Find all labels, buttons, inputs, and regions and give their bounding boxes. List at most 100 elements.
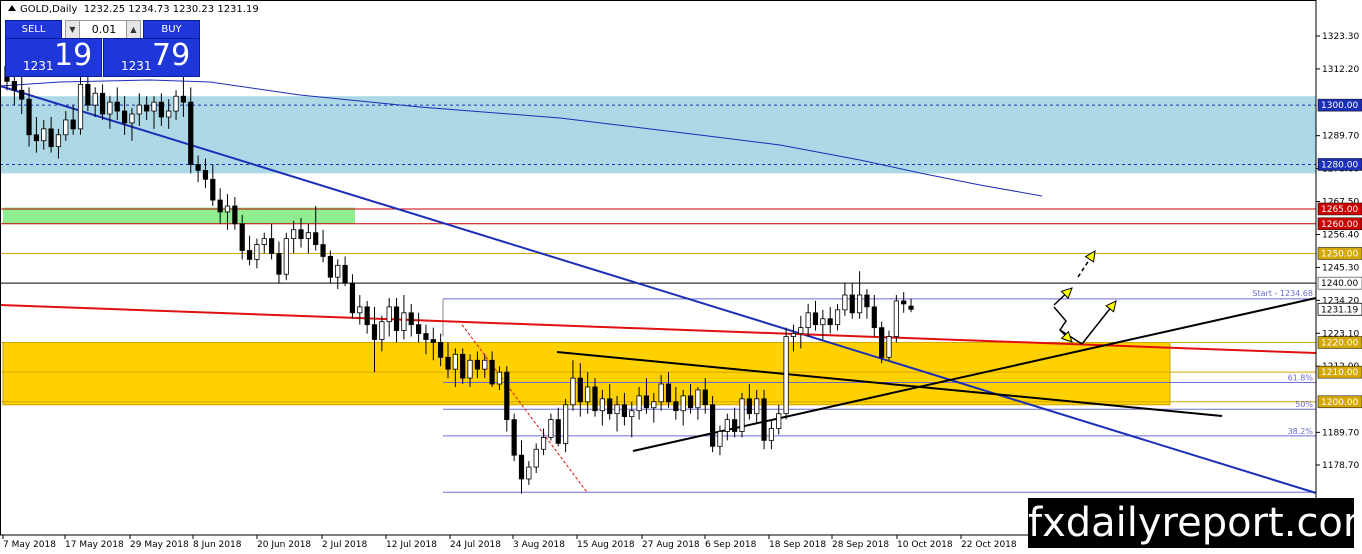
x-tick-label: 24 Jul 2018	[450, 540, 501, 550]
candle-body	[607, 398, 613, 415]
candle-body	[732, 419, 738, 432]
candle-body	[665, 383, 672, 403]
candle-body	[783, 336, 789, 415]
candle-body	[364, 306, 370, 326]
candle-body	[879, 327, 885, 358]
candle-body	[33, 134, 40, 142]
x-tick-label: 15 Aug 2018	[577, 540, 635, 550]
candle-body	[430, 339, 436, 343]
x-tick-label: 20 Jun 2018	[257, 540, 311, 550]
candle-body	[886, 336, 892, 358]
candle	[827, 306, 833, 334]
candle	[518, 440, 525, 494]
y-tick-label: 1289.70	[1322, 132, 1359, 142]
candle-body	[776, 413, 782, 429]
level-tag-text-1260.00: 1260.00	[1321, 220, 1358, 230]
candle-body	[357, 306, 363, 314]
x-tick-label: 6 Sep 2018	[705, 540, 757, 550]
candle-body	[320, 244, 326, 257]
candle-body	[482, 359, 488, 370]
candle-body	[19, 89, 25, 100]
candle	[511, 413, 517, 462]
candle-body	[739, 398, 745, 432]
candle-body	[901, 300, 907, 305]
candle-body	[298, 229, 304, 240]
candle	[629, 401, 635, 438]
candle	[526, 461, 532, 485]
annotation-arrow-dashed	[1077, 250, 1096, 278]
watermark: fxdailyreport.com	[1028, 498, 1362, 548]
candle-body	[864, 294, 870, 308]
candle-body	[658, 383, 664, 403]
candle	[871, 295, 877, 337]
candle-body	[857, 294, 863, 314]
candle-body	[276, 253, 282, 275]
fib-label-38.2%: 38.2%	[1288, 427, 1314, 436]
sell-price-button[interactable]: 1231 19	[5, 38, 102, 77]
candle-body	[746, 398, 752, 415]
candle	[364, 300, 370, 334]
candle-body	[467, 359, 473, 379]
resistance-zone	[0, 96, 1316, 174]
candle-body	[173, 95, 179, 112]
lot-increase-icon[interactable]: ▲	[126, 21, 140, 38]
candle-body	[570, 377, 576, 406]
y-tick-label: 1189.70	[1322, 428, 1359, 438]
candle	[548, 413, 554, 441]
candle-body	[202, 169, 209, 180]
annotation-arrow-up	[1081, 300, 1117, 345]
x-tick-label: 18 Sep 2018	[769, 540, 826, 550]
candle-body	[386, 306, 392, 323]
fib-label-50%: 50%	[1295, 400, 1313, 409]
lot-decrease-icon[interactable]: ▼	[66, 21, 80, 38]
candle-body	[651, 401, 657, 409]
candle-body	[680, 395, 686, 412]
candle	[357, 295, 363, 325]
candle	[283, 232, 289, 281]
green-zone	[3, 207, 355, 224]
y-tick-label: 1245.30	[1322, 263, 1359, 273]
x-tick-label: 12 Jul 2018	[386, 540, 437, 550]
candle-body	[673, 401, 679, 412]
candle-body	[48, 128, 54, 148]
candle-body	[636, 395, 642, 412]
candle	[563, 398, 569, 453]
candle-body	[268, 238, 275, 254]
candle-body	[526, 466, 532, 480]
chart-window[interactable]: 61.8% 50% 38.2% Start - 1234.68 1323.30 1312.…	[0, 0, 1362, 554]
candle	[739, 392, 745, 438]
candle-body	[702, 389, 708, 406]
level-tag-text-1265.00: 1265.00	[1321, 205, 1358, 215]
candle-body	[717, 431, 723, 447]
level-tag-text-1240.00: 1240.00	[1321, 279, 1358, 289]
candle	[305, 223, 311, 254]
candle	[393, 297, 400, 343]
candle	[555, 407, 561, 447]
candle-body	[805, 312, 811, 329]
candle-body	[107, 101, 113, 115]
candle-body	[834, 309, 841, 326]
candle-body	[871, 306, 877, 329]
level-tag-text-1250.00: 1250.00	[1321, 249, 1358, 259]
candle-body	[893, 300, 899, 337]
candle-body	[548, 419, 554, 438]
y-tick-label: 1256.40	[1322, 230, 1359, 240]
buy-price-button[interactable]: 1231 79	[103, 38, 200, 77]
price-chart[interactable]: 61.8% 50% 38.2% Start - 1234.68 1323.30 1312.…	[0, 0, 1362, 554]
candle-body	[629, 410, 635, 418]
candle-body	[26, 98, 32, 136]
collapse-triangle-icon[interactable]	[8, 5, 16, 11]
candle-body	[335, 264, 341, 278]
candle	[540, 428, 547, 456]
candle-body	[305, 232, 311, 240]
sell-price-pips: 19	[54, 38, 93, 73]
candle-body	[55, 134, 62, 148]
candle	[261, 232, 267, 254]
candle-body	[643, 395, 650, 409]
candle-body	[393, 306, 400, 332]
x-tick-label: 10 Oct 2018	[897, 540, 953, 550]
lot-size-input[interactable]	[82, 21, 126, 38]
candle-body	[166, 110, 172, 118]
sell-price-prefix: 1231	[23, 59, 54, 73]
candle	[276, 241, 282, 284]
